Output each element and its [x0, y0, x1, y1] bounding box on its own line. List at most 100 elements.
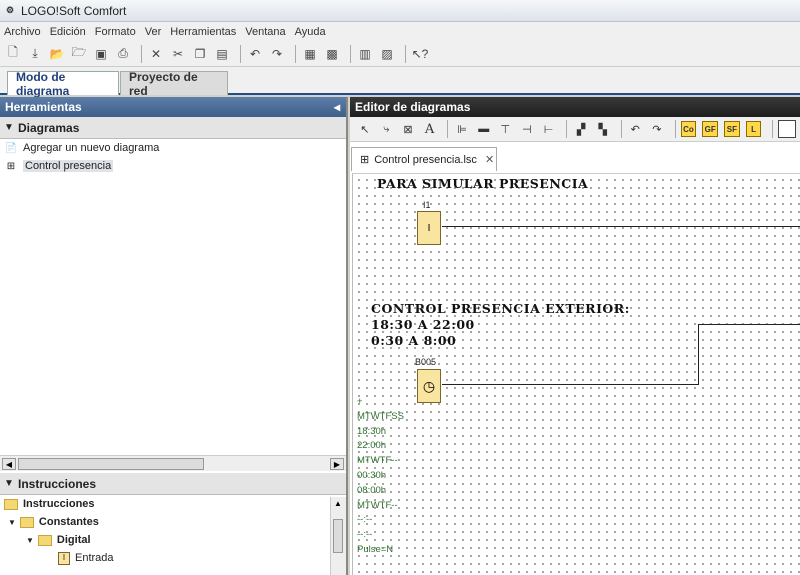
connect-icon[interactable]: ⤷: [378, 120, 396, 138]
document-tab[interactable]: ⊞ Control presencia.lsc ✕: [351, 147, 497, 171]
online-test-icon[interactable]: ▨: [378, 45, 396, 63]
connection-wire[interactable]: [698, 324, 699, 385]
udf-button[interactable]: L: [745, 121, 762, 137]
tools-pane: Herramientas ◂ ▼ Diagramas 📄 Agregar un …: [0, 97, 348, 575]
rectangle-icon[interactable]: [778, 120, 797, 138]
menu-ventana[interactable]: Ventana: [245, 26, 285, 38]
timer-block-b005[interactable]: ◷: [417, 369, 441, 403]
toolbar-separator: [620, 120, 622, 138]
menu-ver[interactable]: Ver: [145, 26, 162, 38]
basic-functions-button[interactable]: GF: [702, 121, 719, 137]
tree-item-digital[interactable]: ▼ Digital: [0, 531, 346, 549]
comment-time-range-1[interactable]: 18:30 A 22:00: [371, 317, 475, 332]
editor-header: Editor de diagramas: [350, 97, 800, 117]
open-folder-icon[interactable]: 🗁: [70, 45, 88, 63]
special-functions-button[interactable]: SF: [724, 121, 740, 137]
undo-icon[interactable]: ↶: [626, 120, 644, 138]
app-logo-icon: ⚙: [5, 5, 15, 15]
close-icon[interactable]: ✕: [485, 153, 494, 166]
param-line: --:--: [357, 529, 373, 541]
connector-block-icon[interactable]: ⊠: [399, 120, 417, 138]
delete-icon[interactable]: ✕: [147, 45, 165, 63]
toolbar-separator: [295, 44, 296, 63]
scroll-right-icon[interactable]: ▶: [330, 458, 344, 470]
constants-button[interactable]: Co: [680, 121, 697, 137]
tab-proyecto-red[interactable]: Proyecto de red: [120, 70, 228, 98]
print-icon[interactable]: ⎙: [114, 45, 132, 63]
save-icon[interactable]: ▣: [92, 45, 110, 63]
reorder2-icon[interactable]: ▚: [594, 120, 612, 138]
tree-label: Entrada: [75, 552, 114, 564]
menu-bar: Archivo Edición Formato Ver Herramientas…: [0, 22, 800, 41]
tree-item-entrada[interactable]: I Entrada: [0, 549, 346, 567]
add-diagram-item[interactable]: 📄 Agregar un nuevo diagrama: [0, 139, 346, 157]
menu-archivo[interactable]: Archivo: [4, 26, 41, 38]
tree-label: Digital: [56, 534, 91, 546]
expand-icon[interactable]: ▼: [8, 518, 16, 527]
connection-wire[interactable]: [442, 384, 698, 385]
timer-parameters: + MTWTFSS 18:30h 22:00h MTWTF-- 00:30h 0…: [357, 395, 404, 558]
vscroll-thumb[interactable]: [333, 519, 343, 553]
instructions-section-header[interactable]: ▼ Instrucciones: [0, 473, 346, 495]
tab-modo-diagrama[interactable]: Modo de diagrama: [7, 70, 119, 98]
new-icon[interactable]: 🗋: [4, 45, 22, 63]
download-icon[interactable]: ⤓: [26, 45, 44, 63]
connection-wire[interactable]: [442, 226, 800, 227]
document-tab-label: Control presencia.lsc: [374, 153, 477, 166]
menu-formato[interactable]: Formato: [95, 26, 136, 38]
param-line: 22:00h: [357, 440, 387, 452]
toolbar-separator: [772, 120, 774, 138]
align-center-icon[interactable]: ▬: [475, 120, 493, 138]
logo-to-pc-icon[interactable]: ▩: [323, 45, 341, 63]
tree-label: Instrucciones: [23, 498, 95, 510]
toolbar-separator: [566, 120, 568, 138]
redo-icon[interactable]: ↷: [648, 120, 666, 138]
diagram-item-control-presencia[interactable]: ⊞ Control presencia: [0, 157, 346, 175]
diagrams-section-header[interactable]: ▼ Diagramas: [0, 117, 346, 139]
align-left-icon[interactable]: ⊫: [453, 120, 471, 138]
text-tool-icon[interactable]: A: [421, 120, 439, 138]
comment-control-exterior[interactable]: CONTROL PRESENCIA EXTERIOR:: [371, 301, 630, 316]
param-line: +: [357, 396, 363, 407]
diagram-editor-pane: Editor de diagramas ↖ ⤷ ⊠ A ⊫ ▬ ⊤ ⊣ ⊢ ▞ …: [350, 97, 800, 575]
tree-label: Constantes: [38, 516, 99, 528]
expand-icon[interactable]: ▼: [26, 536, 34, 545]
tree-item-instrucciones[interactable]: Instrucciones: [0, 495, 346, 513]
param-line: Pulse=N: [357, 543, 394, 555]
vertical-scrollbar[interactable]: ▲: [330, 497, 346, 575]
select-pointer-icon[interactable]: ↖: [356, 120, 374, 138]
redo-icon[interactable]: ↷: [268, 45, 286, 63]
collapse-left-icon[interactable]: ◂: [334, 100, 340, 114]
reorder-icon[interactable]: ▞: [572, 120, 590, 138]
folder-icon: [37, 534, 52, 546]
scroll-thumb[interactable]: [18, 458, 204, 470]
cut-icon[interactable]: ✂: [169, 45, 187, 63]
connection-wire[interactable]: [698, 324, 800, 325]
menu-herramientas[interactable]: Herramientas: [170, 26, 236, 38]
diagram-icon: ⊞: [360, 154, 370, 166]
help-pointer-icon[interactable]: ↖?: [411, 45, 429, 63]
tree-item-constantes[interactable]: ▼ Constantes: [0, 513, 346, 531]
comment-time-range-2[interactable]: 0:30 A 8:00: [371, 333, 456, 348]
paste-icon[interactable]: ▤: [213, 45, 231, 63]
comment-simular-presencia[interactable]: PARA SIMULAR PRESENCIA: [377, 176, 588, 191]
menu-edicion[interactable]: Edición: [50, 26, 86, 38]
new-diagram-icon: 📄: [4, 142, 18, 154]
scroll-left-icon[interactable]: ◀: [2, 458, 16, 470]
param-line: 08:00h: [357, 484, 387, 496]
pc-to-logo-icon[interactable]: ▦: [301, 45, 319, 63]
title-bar: ⚙ LOGO!Soft Comfort: [0, 0, 800, 22]
copy-icon[interactable]: ❐: [191, 45, 209, 63]
undo-icon[interactable]: ↶: [246, 45, 264, 63]
horizontal-scrollbar[interactable]: ◀ ▶: [0, 455, 346, 471]
input-block-i1[interactable]: I: [417, 211, 441, 245]
join-connection-icon[interactable]: ⊢: [540, 120, 558, 138]
menu-ayuda[interactable]: Ayuda: [295, 26, 326, 38]
open-icon[interactable]: 📂: [48, 45, 66, 63]
param-line: 00:30h: [357, 469, 387, 481]
scroll-up-icon[interactable]: ▲: [334, 499, 342, 508]
diagram-canvas[interactable]: PARA SIMULAR PRESENCIA I1 I CONTROL PRES…: [352, 173, 800, 575]
simulation-icon[interactable]: ▥: [356, 45, 374, 63]
split-connection-icon[interactable]: ⊣: [518, 120, 536, 138]
align-top-icon[interactable]: ⊤: [497, 120, 515, 138]
